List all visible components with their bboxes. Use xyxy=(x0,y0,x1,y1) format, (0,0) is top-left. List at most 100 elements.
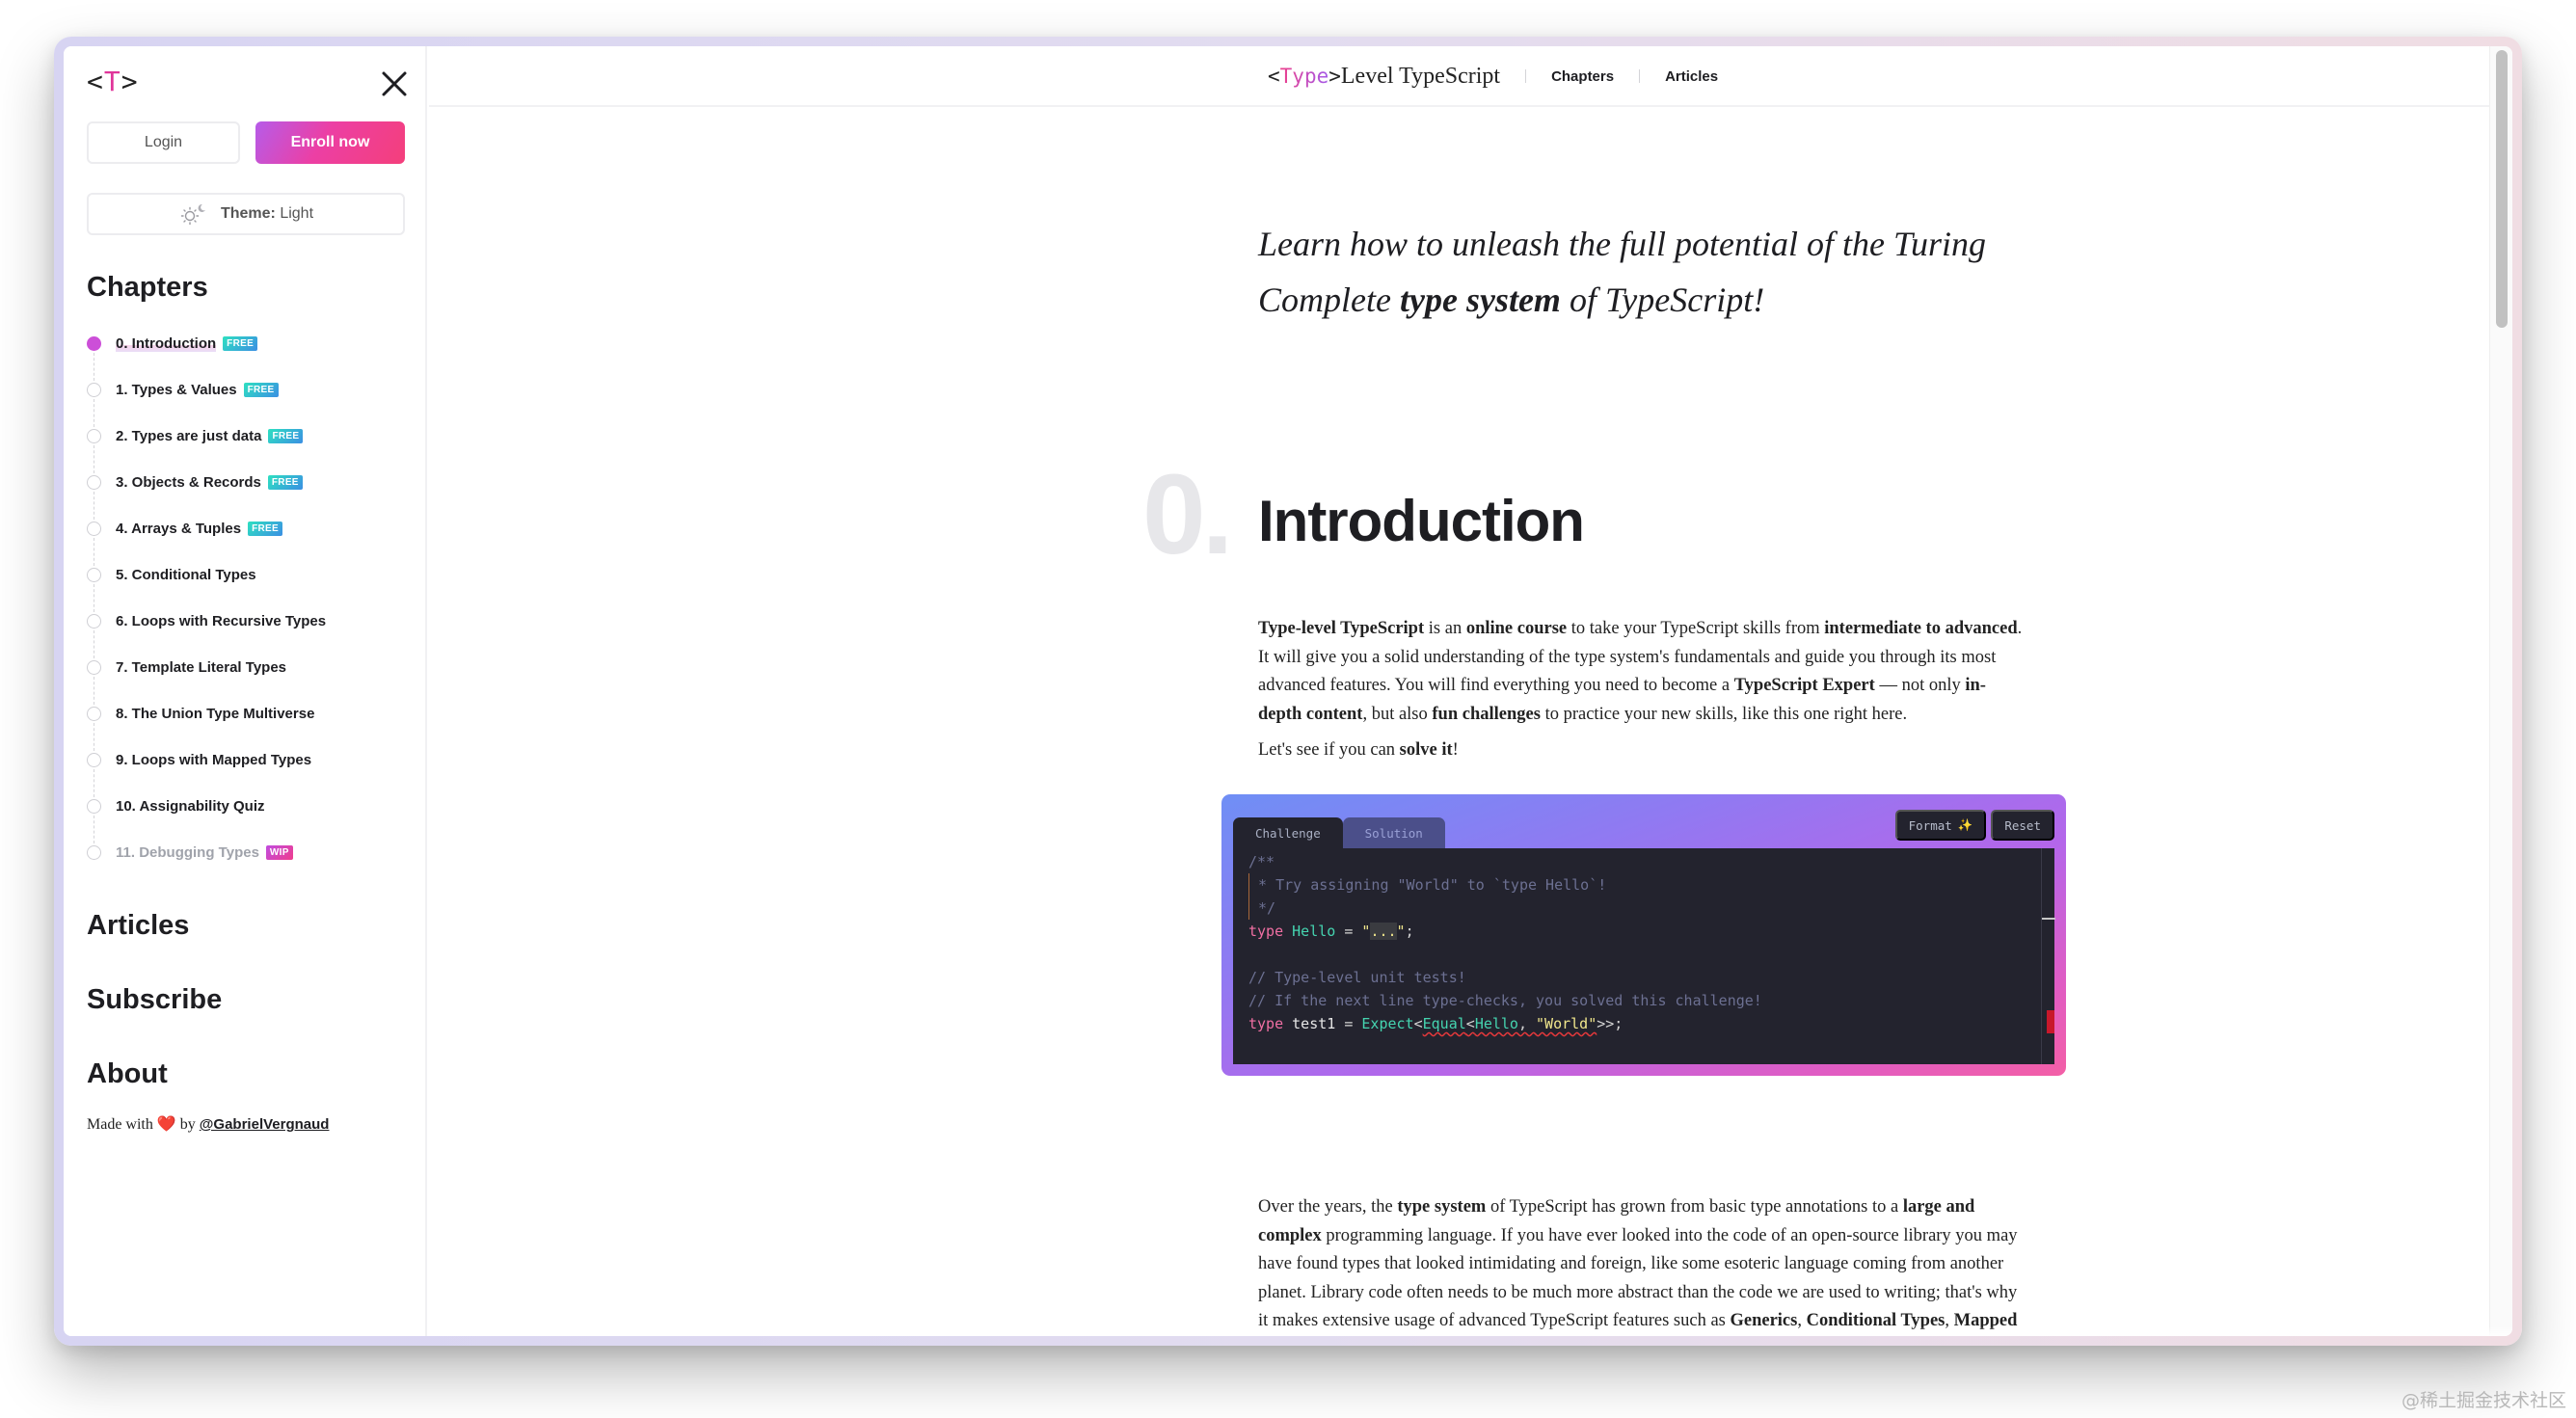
sun-moon-icon xyxy=(180,203,205,226)
articles-heading[interactable]: Articles xyxy=(87,910,189,942)
progress-dot-icon xyxy=(87,522,101,536)
theme-toggle-button[interactable]: Theme: Light xyxy=(87,193,405,235)
nav-chapters[interactable]: Chapters xyxy=(1551,68,1614,85)
logo-bracket-left: < xyxy=(87,66,104,97)
nav-divider xyxy=(1525,69,1527,83)
sidebar-chapter-item[interactable]: 9. Loops with Mapped Types xyxy=(87,736,415,797)
text-run: of TypeScript has grown from basic type … xyxy=(1486,1197,1903,1217)
browser-frame: <T> Login Enroll now Theme: Light Chapte… xyxy=(54,37,2522,1346)
made-with-credit: Made with ❤️ by @GabrielVergnaud xyxy=(87,1116,330,1133)
progress-dot-icon xyxy=(87,660,101,675)
sidebar-chapter-item[interactable]: 11. Debugging Types WIP xyxy=(87,829,415,875)
chapters-heading[interactable]: Chapters xyxy=(87,272,208,304)
chapter-label: 0. Introduction xyxy=(116,334,217,352)
close-sidebar-button[interactable] xyxy=(378,67,411,100)
progress-dot-icon xyxy=(87,429,101,443)
solve-it-paragraph: Let's see if you can solve it! xyxy=(1258,736,2029,765)
heart-icon: ❤️ xyxy=(156,1116,176,1133)
sidebar-chapter-item[interactable]: 4. Arrays & Tuples FREE xyxy=(87,505,415,566)
page-scrollbar[interactable] xyxy=(2489,46,2512,1336)
scrollbar-thumb[interactable] xyxy=(2496,50,2508,328)
emphasis-text: fun challenges xyxy=(1432,704,1541,724)
chapter-label: 2. Types are just data xyxy=(116,427,262,444)
cursor-marker xyxy=(2042,918,2055,920)
editor-actions: Format ✨ Reset xyxy=(1894,810,2054,841)
text-run: Let's see if you can xyxy=(1258,740,1400,760)
code-line: * Try assigning "World" to `type Hello`! xyxy=(1249,876,1607,894)
progress-dot-icon xyxy=(87,845,101,860)
emphasis-text: intermediate to advanced xyxy=(1824,619,2018,638)
text-run: — not only xyxy=(1874,676,1966,695)
logo-letter: T xyxy=(103,66,121,97)
progress-dot-icon xyxy=(87,753,101,767)
logo-bracket-right: > xyxy=(121,66,139,97)
text-run: to practice your new skills, like this o… xyxy=(1540,704,1908,724)
sidebar-chapter-item[interactable]: 0. Introduction FREE xyxy=(87,320,415,381)
progress-dot-icon xyxy=(87,475,101,490)
sidebar-chapter-item[interactable]: 7. Template Literal Types xyxy=(87,644,415,705)
sidebar: <T> Login Enroll now Theme: Light Chapte… xyxy=(64,46,427,1336)
tab-solution[interactable]: Solution xyxy=(1342,817,1445,848)
progress-dot-icon xyxy=(87,383,101,397)
bottom-fade xyxy=(429,1326,2512,1336)
close-icon xyxy=(382,71,407,96)
code-line: // If the next line type-checks, you sol… xyxy=(1248,992,1762,1009)
emphasis-text: solve it xyxy=(1399,740,1453,760)
format-button[interactable]: Format ✨ xyxy=(1894,810,1987,841)
body-paragraph: Over the years, the type system of TypeS… xyxy=(1258,1193,2029,1336)
reset-button[interactable]: Reset xyxy=(1991,810,2054,841)
editor-tabs: Challenge Solution xyxy=(1233,817,1445,848)
sidebar-chapter-item[interactable]: 8. The Union Type Multiverse xyxy=(87,690,415,751)
top-nav: < Type > Level TypeScript Chapters Articles xyxy=(429,46,2489,107)
editor-overview-ruler[interactable] xyxy=(2041,848,2055,1064)
subscribe-heading[interactable]: Subscribe xyxy=(87,984,222,1016)
chapter-list: 0. Introduction FREE 1. Types & Values FREE… xyxy=(87,320,415,875)
placeholder-selection: ... xyxy=(1370,923,1397,940)
chapter-label: 6. Loops with Recursive Types xyxy=(116,612,327,629)
nav-articles[interactable]: Articles xyxy=(1665,68,1718,85)
enroll-now-button[interactable]: Enroll now xyxy=(255,121,405,164)
sidebar-chapter-item[interactable]: 3. Objects & Records FREE xyxy=(87,459,415,520)
error-marker xyxy=(2047,1010,2054,1033)
sidebar-chapter-item[interactable]: 5. Conditional Types xyxy=(87,551,415,612)
progress-dot-icon xyxy=(87,568,101,582)
emphasis-text: online course xyxy=(1465,619,1568,638)
progress-dot-icon xyxy=(87,799,101,814)
emphasis-text: Type-level TypeScript xyxy=(1258,619,1425,638)
emphasis-text: TypeScript Expert xyxy=(1733,676,1875,695)
wip-badge: WIP xyxy=(265,844,293,860)
chapter-label: 11. Debugging Types xyxy=(116,843,259,861)
sidebar-chapter-item[interactable]: 1. Types & Values FREE xyxy=(87,366,415,427)
free-badge: FREE xyxy=(267,474,303,490)
chapter-label: 3. Objects & Records xyxy=(116,473,261,491)
brand-link[interactable]: < Type > Level TypeScript xyxy=(1268,64,1500,90)
sparkles-icon: ✨ xyxy=(1957,817,1973,832)
tab-challenge[interactable]: Challenge xyxy=(1233,817,1343,848)
chapter-label: 4. Arrays & Tuples xyxy=(116,520,242,537)
free-badge: FREE xyxy=(268,428,304,443)
site-logo[interactable]: <T> xyxy=(87,66,139,97)
chapter-title: Introduction xyxy=(1258,489,1585,553)
sidebar-chapter-item[interactable]: 2. Types are just data FREE xyxy=(87,413,415,473)
free-badge: FREE xyxy=(243,382,279,397)
lead-text: Learn how to unleash the full potential … xyxy=(1258,225,1987,319)
about-heading[interactable]: About xyxy=(87,1058,168,1090)
text-run: to take your TypeScript skills from xyxy=(1567,619,1825,638)
sidebar-chapter-item[interactable]: 10. Assignability Quiz xyxy=(87,783,415,843)
login-button[interactable]: Login xyxy=(87,121,240,164)
progress-dot-icon xyxy=(87,707,101,721)
code-line: */ xyxy=(1249,899,1276,917)
sidebar-chapter-item[interactable]: 6. Loops with Recursive Types xyxy=(87,598,415,658)
text-run: ! xyxy=(1452,740,1459,760)
text-run: , but also xyxy=(1362,704,1433,724)
chapter-number: 0. xyxy=(1142,451,1233,578)
author-link[interactable]: @GabrielVergnaud xyxy=(200,1116,330,1133)
chapter-label: 5. Conditional Types xyxy=(116,566,256,583)
progress-dot-icon xyxy=(87,614,101,629)
text-run: Over the years, the xyxy=(1258,1197,1398,1217)
chapter-label: 10. Assignability Quiz xyxy=(116,797,265,815)
watermark: @稀土掘金技术社区 xyxy=(2401,1390,2566,1411)
chapter-heading: 0. Introduction xyxy=(1142,449,2010,578)
code-area[interactable]: /** * Try assigning "World" to `type Hel… xyxy=(1233,848,2055,1064)
intro-paragraph: Type-level TypeScript is an online cours… xyxy=(1258,615,2029,729)
